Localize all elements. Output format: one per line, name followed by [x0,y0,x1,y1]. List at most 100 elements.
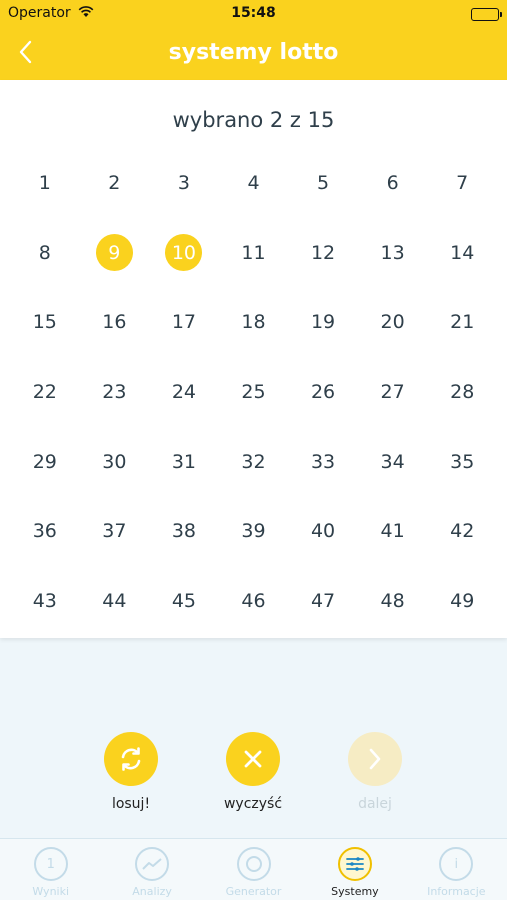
tab-information[interactable]: i Informacje [406,839,507,900]
number-label: 5 [317,171,330,194]
number-label: 16 [102,311,127,334]
number-ball[interactable]: 42 [427,496,497,566]
number-ball[interactable]: 10 [149,218,219,288]
tab-results[interactable]: 1 Wyniki [0,839,101,900]
number-ball[interactable]: 29 [10,427,80,497]
tab-label: Systemy [331,885,379,898]
tab-label: Wyniki [32,885,70,898]
number-ball[interactable]: 27 [358,357,428,427]
number-ball[interactable]: 31 [149,427,219,497]
tab-bar: 1 Wyniki Analizy Generator Systemy i Inf… [0,838,507,900]
draw-button[interactable]: losuj! [76,732,186,812]
number-label: 21 [450,311,475,334]
number-label: 43 [32,589,57,612]
number-ball[interactable]: 22 [10,357,80,427]
number-label: 27 [380,380,405,403]
number-ball[interactable]: 9 [80,218,150,288]
status-bar: Operator 15:48 [0,0,507,28]
generator-icon [236,847,271,881]
number-label: 19 [310,311,336,334]
number-label: 46 [241,589,266,612]
selection-counter: wybrano 2 z 15 [172,108,335,132]
number-ball[interactable]: 3 [149,148,219,218]
number-ball[interactable]: 14 [427,218,497,288]
number-label: 11 [241,241,266,264]
tab-analytics[interactable]: Analizy [101,839,202,900]
number-label: 37 [102,520,127,543]
number-label: 15 [32,311,57,334]
number-label: 34 [380,450,405,473]
number-ball[interactable]: 26 [288,357,358,427]
tab-label: Analizy [132,885,172,898]
number-ball[interactable]: 11 [219,218,289,288]
number-ball[interactable]: 8 [10,218,80,288]
number-ball[interactable]: 7 [427,148,497,218]
number-ball[interactable]: 41 [358,496,428,566]
number-label: 18 [241,311,266,334]
number-ball[interactable]: 13 [358,218,428,288]
number-ball[interactable]: 25 [219,357,289,427]
number-label: 17 [171,311,197,334]
number-ball[interactable]: 43 [10,566,80,636]
number-label: 32 [241,450,266,473]
number-ball[interactable]: 5 [288,148,358,218]
number-ball[interactable]: 1 [10,148,80,218]
number-ball[interactable]: 20 [358,287,428,357]
number-label: 36 [32,520,57,543]
number-ball[interactable]: 30 [80,427,150,497]
clear-button-label: wyczyść [223,796,283,812]
number-ball[interactable]: 38 [149,496,219,566]
number-ball[interactable]: 16 [80,287,150,357]
clear-button[interactable]: wyczyść [198,732,308,812]
number-ball[interactable]: 17 [149,287,219,357]
number-ball[interactable]: 28 [427,357,497,427]
number-label: 24 [171,380,197,403]
number-label: 26 [310,380,336,403]
number-ball[interactable]: 47 [288,566,358,636]
refresh-icon [104,732,158,786]
number-ball[interactable]: 49 [427,566,497,636]
number-ball[interactable]: 37 [80,496,150,566]
number-label: 38 [171,520,197,543]
number-label: 6 [386,171,399,194]
number-ball[interactable]: 44 [80,566,150,636]
action-bar: losuj! wyczyść dalej [0,732,507,822]
number-ball[interactable]: 46 [219,566,289,636]
number-ball[interactable]: 33 [288,427,358,497]
number-label: 2 [108,171,121,194]
navigation-bar: systemy lotto [0,28,507,80]
tab-generator[interactable]: Generator [203,839,304,900]
number-ball[interactable]: 15 [10,287,80,357]
number-ball[interactable]: 32 [219,427,289,497]
next-button-label: dalej [358,796,392,812]
number-ball[interactable]: 48 [358,566,428,636]
draw-button-label: losuj! [111,796,151,812]
number-ball[interactable]: 34 [358,427,428,497]
number-ball[interactable]: 12 [288,218,358,288]
number-ball[interactable]: 2 [80,148,150,218]
number-ball[interactable]: 4 [219,148,289,218]
number-ball[interactable]: 18 [219,287,289,357]
number-label: 31 [171,450,197,473]
number-ball[interactable]: 39 [219,496,289,566]
page-title: systemy lotto [168,40,339,65]
number-ball[interactable]: 35 [427,427,497,497]
number-ball[interactable]: 6 [358,148,428,218]
number-label: 39 [241,520,266,543]
tab-systems[interactable]: Systemy [304,839,405,900]
clock: 15:48 [231,5,276,21]
number-label: 4 [247,171,260,194]
results-icon: 1 [33,847,68,881]
number-ball[interactable]: 21 [427,287,497,357]
next-button[interactable]: dalej [320,732,430,812]
number-ball[interactable]: 45 [149,566,219,636]
number-label: 35 [450,450,475,473]
number-label: 41 [380,520,405,543]
number-ball[interactable]: 36 [10,496,80,566]
number-label: 47 [310,589,336,612]
number-ball[interactable]: 19 [288,287,358,357]
number-ball[interactable]: 24 [149,357,219,427]
number-ball[interactable]: 40 [288,496,358,566]
number-label: 45 [171,589,197,612]
number-ball[interactable]: 23 [80,357,150,427]
